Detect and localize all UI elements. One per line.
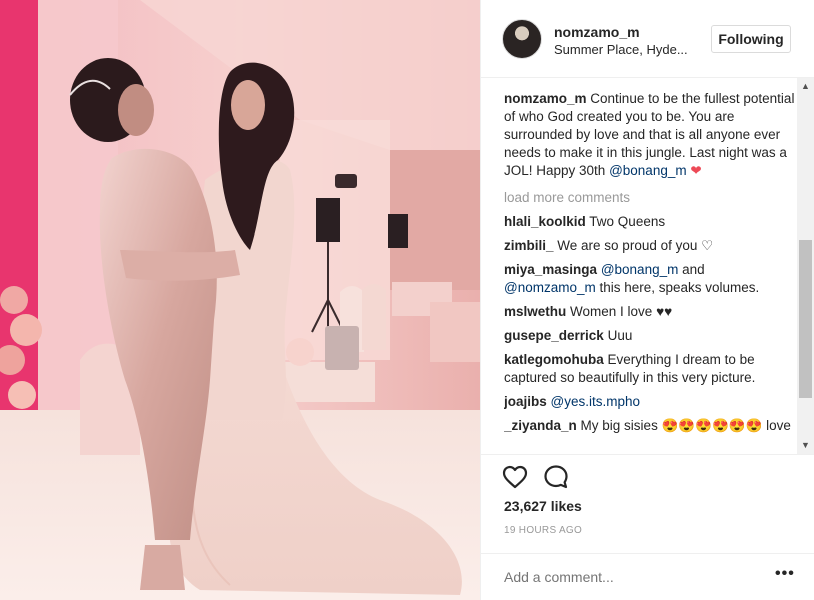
likes-count[interactable]: 23,627 likes xyxy=(504,498,582,514)
add-comment-input[interactable] xyxy=(504,569,744,585)
comment: mslwethu Women I love ♥♥ xyxy=(504,303,796,321)
comment-mention[interactable]: @bonang_m xyxy=(601,262,679,277)
comment-username[interactable]: joajibs xyxy=(504,394,547,409)
comment-text: and xyxy=(678,262,705,277)
scroll-down-arrow-icon[interactable]: ▼ xyxy=(797,437,814,454)
comment: zimbili_ We are so proud of you ♡ xyxy=(504,237,796,255)
comment: _ziyanda_n My big sisies 😍😍😍😍😍😍 love xyxy=(504,417,796,435)
comment: joajibs @yes.its.mpho xyxy=(504,393,796,411)
comments-list: nomzamo_m Continue to be the fullest pot… xyxy=(504,90,796,452)
caption: nomzamo_m Continue to be the fullest pot… xyxy=(504,90,796,180)
post-photo[interactable] xyxy=(0,0,480,600)
scroll-thumb[interactable] xyxy=(799,240,812,398)
comment-username[interactable]: gusepe_derrick xyxy=(504,328,604,343)
photo-illustration xyxy=(0,0,480,600)
post-actions: 23,627 likes 19 HOURS AGO ••• xyxy=(481,454,814,600)
comment-text: My big sisies 😍😍😍😍😍😍 love xyxy=(580,418,791,433)
comments-scrollbar[interactable]: ▲ ▼ xyxy=(797,78,814,454)
comment-username[interactable]: zimbili_ xyxy=(504,238,554,253)
comment: katlegomohuba Everything I dream to be c… xyxy=(504,351,796,387)
caption-mention[interactable]: @bonang_m xyxy=(609,163,687,178)
add-comment-bar: ••• xyxy=(481,553,814,600)
comment-username[interactable]: _ziyanda_n xyxy=(504,418,577,433)
load-more-comments-link[interactable]: load more comments xyxy=(504,189,796,207)
comment-text: Uuu xyxy=(607,328,633,343)
heart-icon[interactable] xyxy=(502,465,528,489)
comment-text: Women I love ♥♥ xyxy=(570,304,673,319)
caption-username[interactable]: nomzamo_m xyxy=(504,91,587,106)
comment-text: this here, speaks volumes. xyxy=(595,280,760,295)
scroll-up-arrow-icon[interactable]: ▲ xyxy=(797,78,814,95)
comment-username[interactable]: mslwethu xyxy=(504,304,566,319)
following-button[interactable]: Following xyxy=(711,25,791,53)
comment: hlali_koolkid Two Queens xyxy=(504,213,796,231)
more-options-icon[interactable]: ••• xyxy=(775,565,795,583)
comment-mention[interactable]: @yes.its.mpho xyxy=(551,394,640,409)
comment-username[interactable]: hlali_koolkid xyxy=(504,214,586,229)
post-timestamp[interactable]: 19 HOURS AGO xyxy=(504,525,582,536)
comment-username[interactable]: katlegomohuba xyxy=(504,352,604,367)
comment-icon[interactable] xyxy=(543,464,569,490)
comment-text: We are so proud of you ♡ xyxy=(557,238,714,253)
comment-text: Two Queens xyxy=(589,214,666,229)
heart-emoji: ❤ xyxy=(690,163,702,178)
comment: gusepe_derrick Uuu xyxy=(504,327,796,345)
post-username[interactable]: nomzamo_m xyxy=(554,24,640,40)
avatar[interactable] xyxy=(502,19,542,59)
post-header: nomzamo_m Summer Place, Hyde... Followin… xyxy=(481,0,814,78)
post-location[interactable]: Summer Place, Hyde... xyxy=(554,42,688,57)
comment-mention[interactable]: @nomzamo_m xyxy=(504,280,596,295)
comment-username[interactable]: miya_masinga xyxy=(504,262,597,277)
post-sidebar: nomzamo_m Summer Place, Hyde... Followin… xyxy=(480,0,814,600)
comment: miya_masinga @bonang_m and @nomzamo_m th… xyxy=(504,261,796,297)
